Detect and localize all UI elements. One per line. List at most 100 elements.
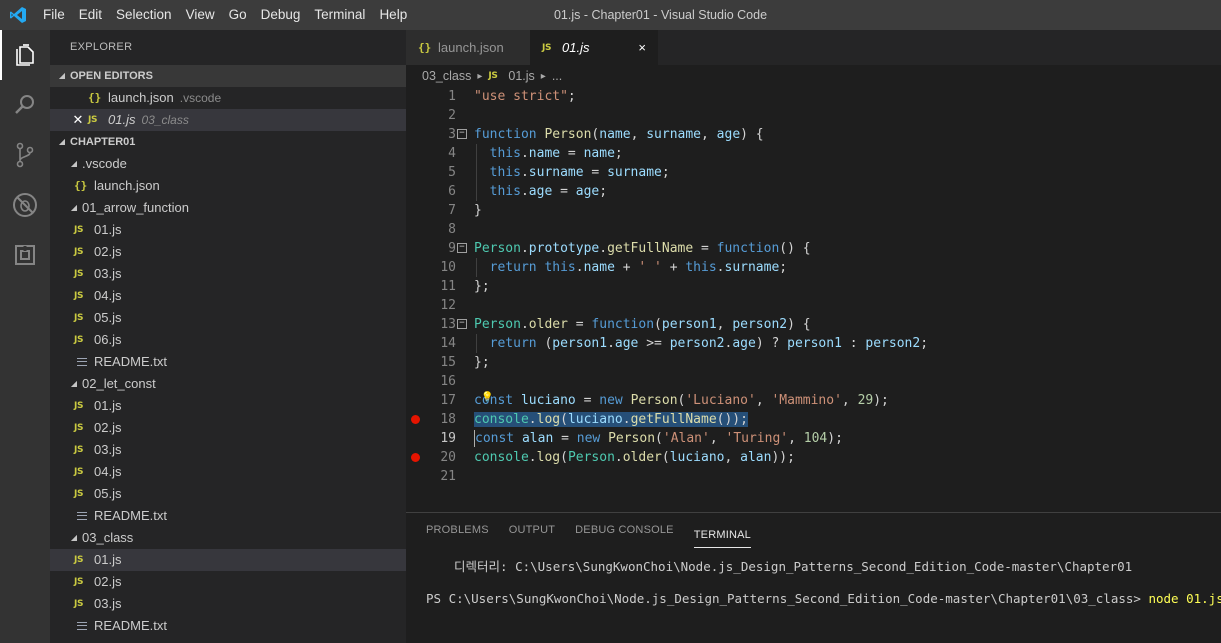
file-item[interactable]: README.txt [50, 351, 406, 373]
breadcrumb-more[interactable]: ... [552, 69, 562, 83]
js-file-icon: JS [74, 313, 84, 323]
line-number: 4 [448, 146, 456, 161]
terminal-prompt-line[interactable]: PS C:\Users\SungKwonChoi\Node.js_Design_… [426, 591, 1221, 608]
debug-icon[interactable] [0, 180, 50, 230]
code-line[interactable]: 1 "use strict"; [406, 87, 1221, 106]
close-icon[interactable]: ✕ [70, 109, 86, 131]
breadcrumb-file[interactable]: 01.js [508, 69, 534, 83]
file-item[interactable]: JS 03.js [50, 263, 406, 285]
file-item[interactable]: README.txt [50, 615, 406, 637]
menu-debug[interactable]: Debug [254, 0, 308, 30]
file-item[interactable]: JS 02.js [50, 571, 406, 593]
menu-selection[interactable]: Selection [109, 0, 179, 30]
terminal-line-directory: 디렉터리: C:\Users\SungKwonChoi\Node.js_Desi… [454, 559, 1133, 574]
code-editor[interactable]: 1 "use strict"; 2 3− function Person(name, s… [406, 87, 1221, 512]
file-item[interactable]: JS 02.js [50, 417, 406, 439]
folder-item[interactable]: ◢ 03_class [50, 527, 406, 549]
file-item[interactable]: README.txt [50, 505, 406, 527]
files-icon[interactable] [0, 30, 50, 80]
line-number: 15 [440, 355, 456, 370]
js-file-icon: JS [74, 445, 84, 455]
lightbulb-icon[interactable]: 💡 [481, 388, 493, 407]
file-item[interactable]: {} launch.json [50, 175, 406, 197]
open-editor-item[interactable]: ✕ JS 01.js 03_class [50, 109, 406, 131]
code-line[interactable]: 9− Person.prototype.getFullName = functio… [406, 239, 1221, 258]
open-editors-header[interactable]: ◢ OPEN EDITORS [50, 65, 406, 87]
panel-tab-problems[interactable]: PROBLEMS [426, 513, 489, 548]
js-file-icon: JS [88, 115, 98, 125]
file-item[interactable]: JS 01.js [50, 549, 406, 571]
code-line[interactable]: 12 [406, 296, 1221, 315]
tab-01-js[interactable]: JS 01.js × [530, 30, 658, 65]
panel-tab-output[interactable]: OUTPUT [509, 513, 555, 548]
code-line[interactable]: 11}; [406, 277, 1221, 296]
file-item[interactable]: JS 02.js [50, 241, 406, 263]
code-line[interactable]: 14 return (person1.age >= person2.age) ?… [406, 334, 1221, 353]
code-line[interactable]: 2 [406, 106, 1221, 125]
json-file-icon: {} [74, 179, 88, 192]
extensions-icon[interactable] [0, 230, 50, 280]
folder-item[interactable]: ◢ .vscode [50, 153, 406, 175]
code-text: const alan = new Person('Alan', 'Turing'… [474, 430, 843, 447]
fold-minus-icon[interactable]: − [457, 129, 467, 139]
code-line[interactable]: 10 return this.name + ' ' + this.surname… [406, 258, 1221, 277]
file-item[interactable]: JS 04.js [50, 461, 406, 483]
code-line[interactable]: 4 this.name = name; [406, 144, 1221, 163]
open-editor-item[interactable]: {} launch.json .vscode [50, 87, 406, 109]
panel-tab-terminal[interactable]: TERMINAL [693, 522, 751, 548]
code-line[interactable]: 3− function Person(name, surname, age) { [406, 125, 1221, 144]
file-item[interactable]: JS 01.js [50, 219, 406, 241]
code-text: return this.name + ' ' + this.surname; [489, 260, 788, 275]
file-item[interactable]: JS 04.js [50, 285, 406, 307]
js-file-icon: JS [74, 489, 84, 499]
fold-minus-icon[interactable]: − [457, 319, 467, 329]
vscode-logo-icon [0, 0, 36, 30]
menu-view[interactable]: View [179, 0, 222, 30]
menu-go[interactable]: Go [222, 0, 254, 30]
code-line[interactable]: 18 console.log(luciano.getFullName()); [406, 410, 1221, 429]
code-line[interactable]: 19 const alan = new Person('Alan', 'Turin… [406, 429, 1221, 448]
code-line[interactable]: 8 [406, 220, 1221, 239]
tab-launch-json[interactable]: {} launch.json [406, 30, 530, 65]
code-line[interactable]: 21 [406, 467, 1221, 486]
folder-item[interactable]: ◢ 02_let_const [50, 373, 406, 395]
code-line[interactable]: 13− Person.older = function(person1, pers… [406, 315, 1221, 334]
code-line[interactable]: 16 [406, 372, 1221, 391]
menu-help[interactable]: Help [372, 0, 414, 30]
fold-minus-icon[interactable]: − [457, 243, 467, 253]
code-line[interactable]: 5 this.surname = surname; [406, 163, 1221, 182]
line-number: 3 [448, 127, 456, 142]
line-number: 1 [448, 89, 456, 104]
close-icon[interactable]: × [638, 40, 646, 55]
chapter01-header[interactable]: ◢ CHAPTER01 [50, 131, 406, 153]
code-line[interactable]: 6 this.age = age; [406, 182, 1221, 201]
menu-terminal[interactable]: Terminal [307, 0, 372, 30]
search-icon[interactable] [0, 80, 50, 130]
line-number: 17 [440, 393, 456, 408]
source-control-icon[interactable] [0, 130, 50, 180]
tree-item-label: 02.js [94, 420, 122, 435]
file-item[interactable]: JS 06.js [50, 329, 406, 351]
file-item[interactable]: JS 03.js [50, 593, 406, 615]
code-line[interactable]: 15}; [406, 353, 1221, 372]
folder-item[interactable]: ◢ 01_arrow_function [50, 197, 406, 219]
file-tree: ◢ .vscode {} launch.json ◢ 01_arrow_function J… [50, 153, 406, 637]
menu-edit[interactable]: Edit [72, 0, 109, 30]
open-editor-name: launch.json [108, 90, 174, 105]
js-file-icon: JS [74, 269, 84, 279]
tree-item-label: 04.js [94, 288, 122, 303]
file-item[interactable]: JS 05.js [50, 483, 406, 505]
code-line[interactable]: 7} [406, 201, 1221, 220]
file-item[interactable]: JS 05.js [50, 307, 406, 329]
menu-file[interactable]: File [36, 0, 72, 30]
chevron-down-icon: ◢ [70, 379, 78, 388]
code-text: this.name = name; [489, 146, 623, 161]
file-item[interactable]: JS 03.js [50, 439, 406, 461]
line-number: 8 [448, 222, 456, 237]
code-line[interactable]: 17 const luciano = new Person('Luciano', … [406, 391, 1221, 410]
code-line[interactable]: 20 console.log(Person.older(luciano, alan… [406, 448, 1221, 467]
file-item[interactable]: JS 01.js [50, 395, 406, 417]
breadcrumb-folder[interactable]: 03_class [422, 69, 471, 83]
panel-tab-debug-console[interactable]: DEBUG CONSOLE [575, 513, 674, 548]
code-text: const luciano = new Person('Luciano', 'M… [474, 393, 889, 408]
